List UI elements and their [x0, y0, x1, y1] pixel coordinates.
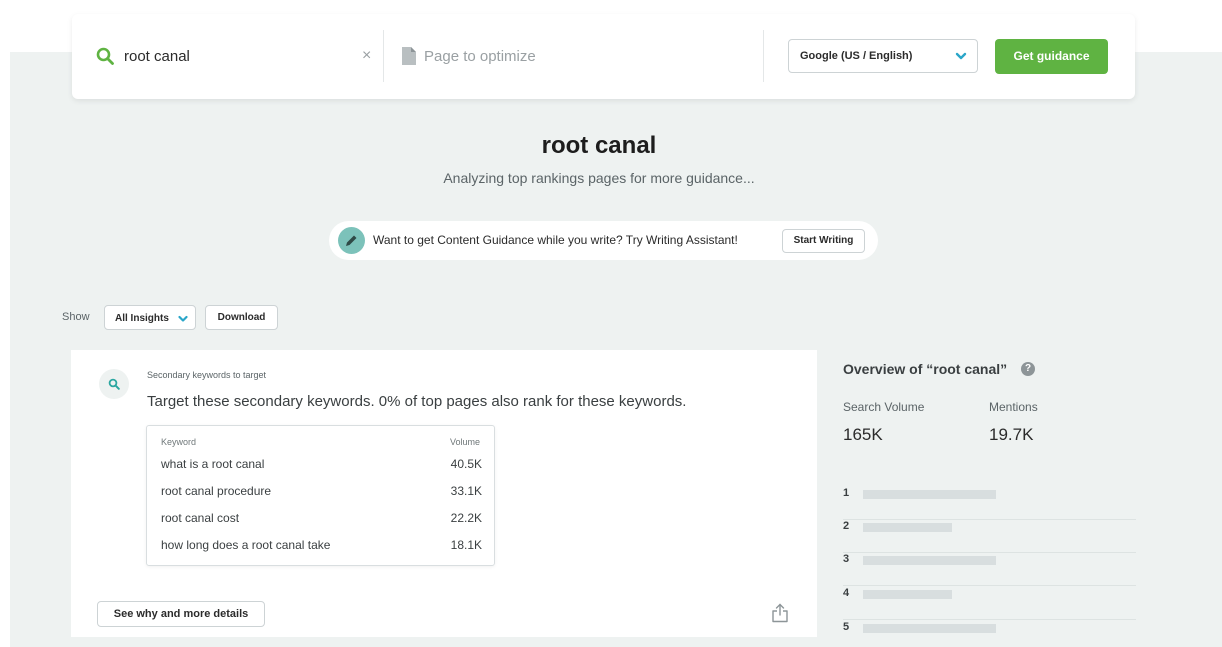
divider [763, 30, 764, 82]
page-title: root canal [541, 132, 657, 159]
insights-filter-dropdown[interactable]: All Insights [104, 305, 196, 330]
table-row: root canal cost 22.2K [147, 509, 496, 536]
document-icon [402, 47, 416, 65]
see-more-details-button[interactable]: See why and more details [97, 601, 265, 627]
placeholder-bar [863, 590, 952, 599]
search-icon [96, 47, 114, 65]
ranking-row: 2 [843, 520, 1136, 553]
table-row: what is a root canal 40.5K [147, 455, 496, 482]
overview-title: Overview of “root canal” [843, 361, 1008, 377]
search-bar: × Google (US / English) Get guidance [72, 14, 1135, 99]
help-icon[interactable]: ? [1021, 362, 1035, 376]
placeholder-bar [863, 624, 996, 633]
writing-assistant-banner: Want to get Content Guidance while you w… [329, 221, 878, 260]
keywords-table: Keyword Volume what is a root canal 40.5… [146, 425, 495, 566]
ranking-row: 5 [843, 621, 1136, 647]
keyword-cell: how long does a root canal take [161, 538, 331, 552]
ranking-row: 3 [843, 553, 1136, 586]
rank-number: 1 [843, 487, 850, 499]
rank-number: 5 [843, 621, 850, 633]
mentions-label: Mentions [989, 400, 1038, 414]
download-button[interactable]: Download [205, 305, 278, 330]
pencil-icon [338, 227, 365, 254]
search-volume-value: 165K [843, 425, 883, 444]
ranking-row: 4 [843, 587, 1136, 620]
keyword-cell: what is a root canal [161, 457, 265, 471]
insight-description: Target these secondary keywords. 0% of t… [147, 393, 687, 410]
search-volume-label: Search Volume [843, 400, 925, 414]
chevron-down-icon [178, 315, 188, 322]
get-guidance-button[interactable]: Get guidance [995, 39, 1108, 74]
divider [383, 30, 384, 82]
clear-keyword-button[interactable]: × [362, 47, 371, 65]
volume-cell: 40.5K [450, 457, 482, 471]
page-subtitle: Analyzing top rankings pages for more gu… [443, 170, 755, 186]
keyword-cell: root canal cost [161, 511, 240, 525]
insights-filter-label: All Insights [115, 313, 169, 324]
share-icon[interactable] [771, 603, 789, 623]
start-writing-button[interactable]: Start Writing [782, 229, 865, 253]
ranking-row: 1 [843, 487, 1136, 520]
rank-number: 3 [843, 553, 850, 565]
placeholder-bar [863, 556, 996, 565]
page-to-optimize-input[interactable] [424, 44, 754, 68]
volume-cell: 18.1K [450, 538, 482, 552]
mentions-value: 19.7K [989, 425, 1034, 444]
volume-cell: 33.1K [450, 484, 482, 498]
rank-number: 4 [843, 587, 850, 599]
keyword-search-icon [99, 369, 129, 399]
insight-label: Secondary keywords to target [147, 370, 267, 380]
volume-cell: 22.2K [450, 511, 482, 525]
search-engine-select[interactable]: Google (US / English) [788, 39, 978, 73]
rank-number: 2 [843, 520, 850, 532]
search-engine-label: Google (US / English) [800, 50, 913, 62]
column-header-volume: Volume [449, 437, 480, 447]
table-row: root canal procedure 33.1K [147, 482, 496, 509]
keyword-cell: root canal procedure [161, 484, 272, 498]
placeholder-bar [863, 523, 952, 532]
keyword-input[interactable] [124, 44, 384, 68]
table-row: how long does a root canal take 18.1K [147, 536, 496, 563]
secondary-keywords-card: Secondary keywords to target Target thes… [71, 350, 817, 637]
placeholder-bar [863, 490, 996, 499]
column-header-keyword: Keyword [161, 437, 197, 447]
show-label: Show [62, 311, 90, 323]
writing-assistant-text: Want to get Content Guidance while you w… [373, 233, 738, 247]
chevron-down-icon [955, 52, 967, 60]
